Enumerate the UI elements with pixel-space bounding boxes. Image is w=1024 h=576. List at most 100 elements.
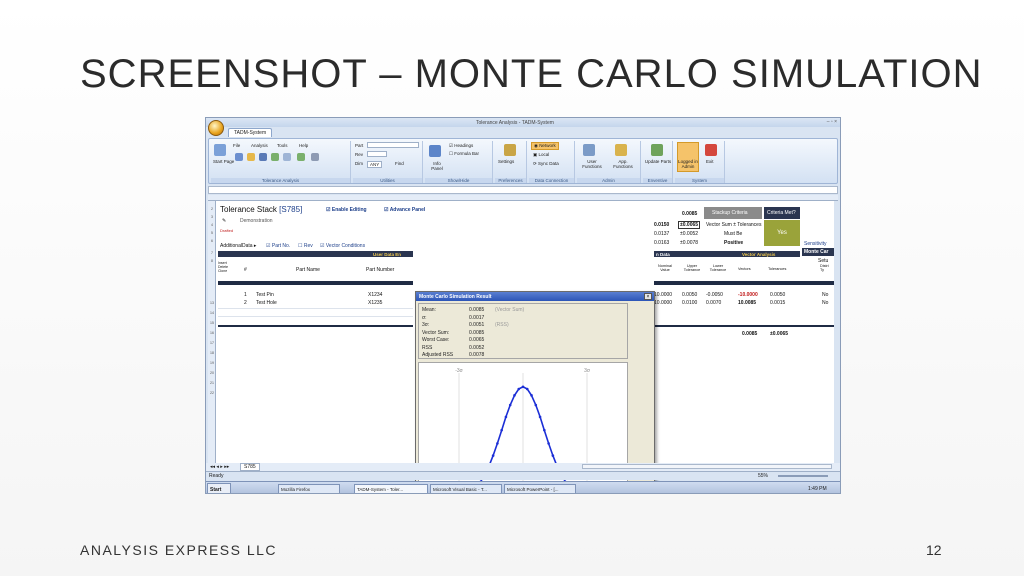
group-label: Show/Hide: [425, 178, 492, 183]
stack-status: Drafted: [220, 228, 234, 233]
report-icon[interactable]: [297, 153, 305, 161]
save-icon[interactable]: [259, 153, 267, 161]
update-parts-button[interactable]: Update Parts: [644, 159, 672, 164]
print-icon[interactable]: [271, 153, 279, 161]
sheet-nav-arrows[interactable]: ◂◂ ◂ ▸ ▸▸: [210, 464, 229, 470]
find-button[interactable]: Find: [395, 161, 404, 166]
enable-editing-button[interactable]: ☑ Enable Editing: [326, 207, 367, 213]
criteria-met-label: Criteria Met?: [767, 210, 796, 216]
lower-tol-2: 0.0070: [706, 300, 722, 306]
settings-icon[interactable]: [311, 153, 319, 161]
distribution-1: No: [822, 292, 829, 298]
sensitivity-tab[interactable]: Sensitivity: [804, 241, 827, 247]
vector-analysis-header: n Data Vector Analysis: [654, 251, 800, 257]
part-label: Part: [355, 143, 364, 148]
rev-input[interactable]: [367, 151, 387, 157]
result-tolerance-2: ±0.0052: [680, 231, 699, 237]
part-input[interactable]: [367, 142, 419, 148]
group-system: Logged in Admin Exit System: [675, 141, 725, 183]
col-distribution-type: Distri Ty: [820, 264, 829, 272]
menu-analysis[interactable]: Analysis: [251, 143, 268, 148]
formula-bar[interactable]: [208, 186, 838, 194]
group-label: Data Connection: [529, 178, 574, 183]
spreadsheet[interactable]: 2 3 4 5 6 7 8 13 14 15 16 17 18 19 20 21…: [208, 201, 834, 493]
start-page-button[interactable]: Start Page: [213, 159, 234, 164]
new-icon[interactable]: [235, 153, 243, 161]
exit-icon[interactable]: [705, 144, 717, 156]
home-icon[interactable]: [214, 144, 226, 156]
window-title: Tolerance Analysis - TADM-System: [476, 120, 554, 126]
app-functions-icon[interactable]: [615, 144, 627, 156]
taskbar-powerpoint[interactable]: Microsoft PowerPoint - [...: [504, 484, 576, 493]
row-2-part-name[interactable]: Test Hole: [256, 300, 277, 306]
sync-data-button[interactable]: ⟳ Sync Data: [533, 161, 559, 167]
office-button[interactable]: [208, 120, 224, 136]
rev-checkbox[interactable]: ☐ Rev: [298, 243, 313, 249]
col-vectors: Vectors: [738, 267, 751, 271]
filter-row[interactable]: [218, 281, 413, 285]
total-vectors: 0.0085: [742, 331, 758, 337]
tab-tadm-system[interactable]: TADM-System: [228, 128, 273, 137]
row-number: 8: [211, 259, 213, 263]
row-number: 21: [210, 381, 214, 385]
stat-label-worst-case: Worst Case:: [422, 337, 450, 343]
row-1-part-name[interactable]: Test Pin: [256, 292, 274, 298]
users-icon[interactable]: [583, 144, 595, 156]
zoom-slider[interactable]: [778, 475, 828, 477]
row-number: 7: [211, 251, 213, 255]
close-icon[interactable]: ×: [644, 293, 652, 300]
window-controls[interactable]: – ▫ ×: [827, 119, 837, 125]
tolerance-1: 0.0050: [770, 292, 786, 298]
info-panel-icon[interactable]: [429, 145, 441, 157]
data-point: [517, 387, 521, 391]
taskbar-firefox[interactable]: Mozilla Firefox: [278, 484, 340, 493]
network-button[interactable]: ◉ Network: [531, 142, 559, 150]
update-parts-icon[interactable]: [651, 144, 663, 156]
row-number: 20: [210, 371, 214, 375]
settings-button[interactable]: Settings: [498, 159, 514, 164]
user-data-entry-label: User Data En: [373, 251, 402, 257]
row-1-part-number[interactable]: X1234: [368, 292, 382, 298]
group-data-connection: ◉ Network ▣ Local ⟳ Sync Data Data Conne…: [529, 141, 575, 183]
menu-tools[interactable]: Tools: [277, 143, 288, 148]
sheet-tab-s785[interactable]: S785: [240, 463, 260, 471]
exit-button[interactable]: Exit: [706, 159, 714, 164]
tolerance-2: 0.0015: [770, 300, 786, 306]
menu-file[interactable]: File: [233, 143, 240, 148]
info-panel-button[interactable]: Info Panel: [427, 161, 447, 171]
footer-company: ANALYSIS EXPRESS LLC: [80, 542, 278, 558]
row-number: 3: [211, 215, 213, 219]
horizontal-scrollbar[interactable]: [582, 464, 832, 469]
system-clock: 1:49 PM: [808, 486, 827, 492]
additional-data-toggle[interactable]: AdditionalData ▸: [220, 243, 256, 249]
data-section-label: n Data: [656, 251, 670, 257]
dim-label: Dim: [355, 161, 363, 166]
application-screenshot: Tolerance Analysis - TADM-System – ▫ × T…: [205, 117, 841, 494]
headings-checkbox[interactable]: ☑ Headings: [449, 143, 473, 149]
local-button[interactable]: ▣ Local: [533, 152, 549, 158]
start-button[interactable]: Start: [207, 483, 231, 493]
pencil-icon[interactable]: ✎: [222, 218, 226, 224]
vector-conditions-checkbox[interactable]: ☑ Vector Conditions: [320, 243, 365, 249]
settings-icon[interactable]: [504, 144, 516, 156]
data-point: [491, 454, 495, 457]
total-tolerances: ±0.0065: [770, 331, 789, 337]
user-functions-button[interactable]: User Functions: [578, 159, 606, 169]
formula-bar-checkbox[interactable]: ☐ Formula Bar: [449, 151, 479, 157]
taskbar-visual-basic[interactable]: Microsoft Visual Basic - T...: [430, 484, 502, 493]
row-2-part-number[interactable]: X1235: [368, 300, 382, 306]
export-icon[interactable]: [283, 153, 291, 161]
menu-help[interactable]: Help: [299, 143, 308, 148]
data-point: [521, 385, 525, 389]
taskbar-tadm-system[interactable]: TADM-System - Toler...: [354, 484, 428, 493]
advance-panel-button[interactable]: ☑ Advance Panel: [384, 207, 425, 213]
app-functions-button[interactable]: App. Functions: [609, 159, 637, 169]
part-no-checkbox[interactable]: ☑ Part No.: [266, 243, 290, 249]
dim-select[interactable]: ANY: [367, 161, 383, 168]
plus-3-sigma-label: 3σ: [584, 368, 591, 374]
group-admin: User Functions App. Functions Admin: [577, 141, 641, 183]
upper-tol-1: 0.0050: [682, 292, 698, 298]
open-icon[interactable]: [247, 153, 255, 161]
grid-line: [218, 316, 413, 317]
row-headers: 2 3 4 5 6 7 8 13 14 15 16 17 18 19 20 21…: [208, 201, 216, 463]
